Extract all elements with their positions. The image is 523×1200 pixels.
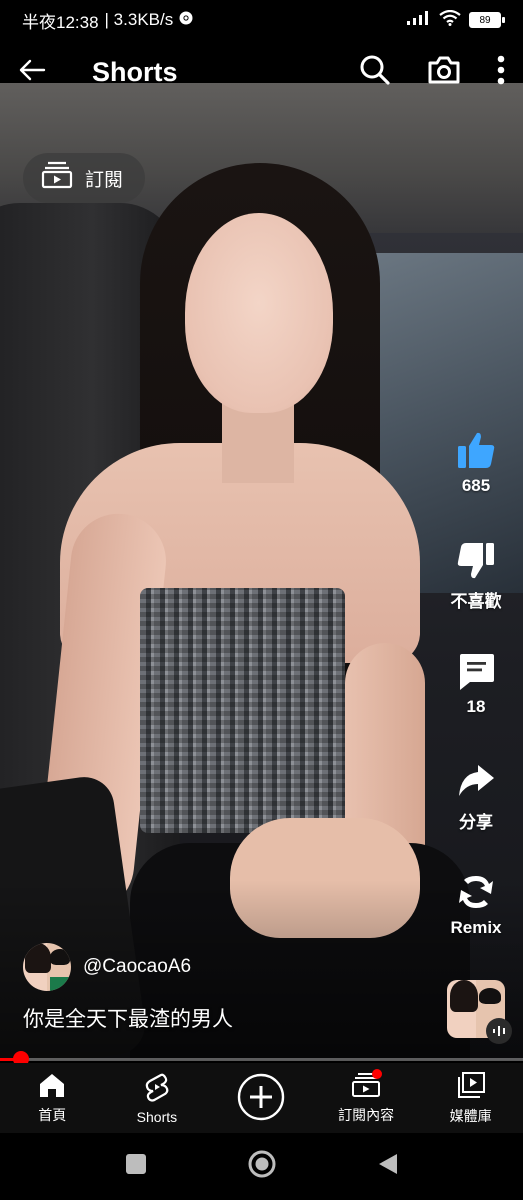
nav-home[interactable]: 首頁 <box>0 1063 105 1133</box>
signal-icon <box>407 10 431 30</box>
subscriptions-icon <box>41 161 73 195</box>
dislike-button[interactable]: 不喜歡 <box>436 541 516 612</box>
thumbs-down-icon <box>436 541 516 581</box>
video-caption[interactable]: 你是全天下最渣的男人 <box>23 1003 233 1033</box>
remix-label: Remix <box>450 918 502 937</box>
chrome-icon <box>179 10 193 30</box>
system-navigation-bar <box>0 1133 523 1200</box>
nav-subscriptions-label: 訂閱內容 <box>338 1106 395 1123</box>
nav-home-label: 首頁 <box>38 1106 67 1123</box>
share-button[interactable]: 分享 <box>436 762 516 833</box>
video-tweed-top <box>140 588 345 833</box>
remix-button[interactable]: Remix <box>436 872 516 938</box>
recents-icon[interactable] <box>125 1153 147 1180</box>
share-label: 分享 <box>459 813 493 832</box>
bottom-navigation: 首頁 Shorts 訂閱內容 媒體庫 <box>0 1063 523 1133</box>
channel-handle[interactable]: @CaocaoA6 <box>83 956 191 978</box>
page-title: Shorts <box>92 56 178 87</box>
library-icon <box>456 1071 486 1102</box>
back-triangle-icon[interactable] <box>377 1152 399 1181</box>
like-count: 685 <box>461 476 491 495</box>
status-time: 半夜12:38 <box>22 12 99 32</box>
video-face <box>185 213 333 413</box>
subscribe-button[interactable]: 訂閱 <box>23 153 146 203</box>
nav-shorts-label: Shorts <box>136 1108 178 1125</box>
home-icon <box>38 1072 66 1101</box>
camera-icon[interactable] <box>427 55 461 90</box>
comment-icon <box>436 651 516 691</box>
back-arrow-icon[interactable] <box>18 58 46 87</box>
channel-info[interactable]: @CaocaoA6 <box>23 943 191 991</box>
header-actions <box>359 54 505 91</box>
shorts-icon <box>144 1072 170 1105</box>
wifi-icon <box>439 9 461 31</box>
battery-icon: 89 <box>469 12 505 28</box>
home-circle-icon[interactable] <box>247 1149 277 1184</box>
nav-library[interactable]: 媒體庫 <box>418 1063 523 1133</box>
nav-subscriptions[interactable]: 訂閱內容 <box>314 1063 419 1133</box>
more-options-icon[interactable] <box>497 55 505 90</box>
thumbs-up-icon <box>436 430 516 470</box>
subscribe-label: 訂閱 <box>85 169 124 191</box>
create-icon <box>237 1073 285 1124</box>
comment-count: 18 <box>466 697 486 716</box>
nav-shorts[interactable]: Shorts <box>105 1063 210 1133</box>
status-bar: 半夜12:38 | 3.3KB/s 89 <box>0 0 523 40</box>
status-left: 半夜12:38 | 3.3KB/s <box>22 8 193 33</box>
shorts-screen: 半夜12:38 | 3.3KB/s 89 Shorts 訂閱 685 不喜歡 1… <box>0 0 523 1200</box>
status-right: 89 <box>407 9 505 31</box>
top-app-bar: Shorts <box>0 44 523 100</box>
like-button[interactable]: 685 <box>436 430 516 496</box>
avatar[interactable] <box>23 943 71 991</box>
status-network-speed: | 3.3KB/s <box>104 10 174 29</box>
comments-button[interactable]: 18 <box>436 651 516 717</box>
nav-create[interactable] <box>209 1063 314 1133</box>
audio-waveform-icon <box>486 1018 512 1044</box>
share-arrow-icon <box>436 762 516 802</box>
remix-icon <box>436 872 516 912</box>
search-icon[interactable] <box>359 54 391 91</box>
video-progress-bar[interactable] <box>0 1051 523 1067</box>
dislike-label: 不喜歡 <box>450 592 502 611</box>
nav-library-label: 媒體庫 <box>449 1107 492 1124</box>
